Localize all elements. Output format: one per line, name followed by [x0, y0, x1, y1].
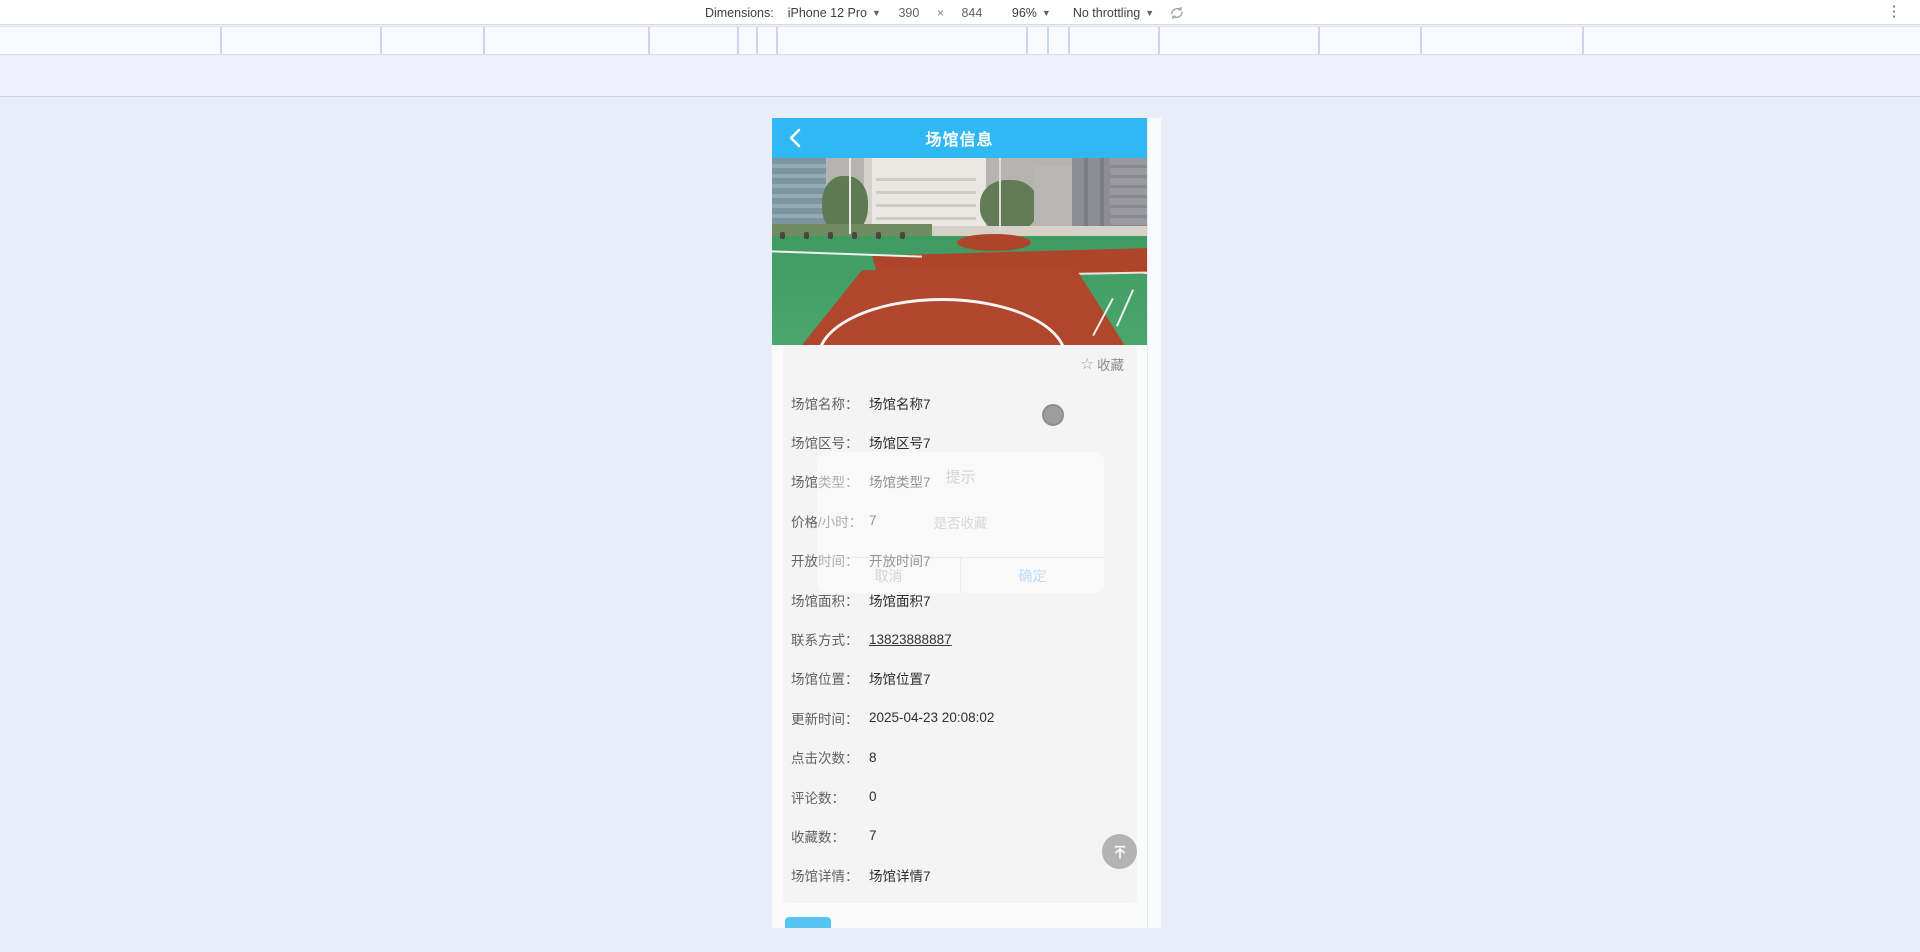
media-query-divider: [648, 27, 650, 54]
photo-bollard: [780, 232, 785, 239]
field-value: 0: [869, 789, 877, 805]
field-row: 联系方式： 13823888887: [783, 619, 1137, 658]
field-label: 评论数：: [791, 790, 845, 806]
field-value: 8: [869, 749, 877, 765]
photo-building-windows: [876, 168, 976, 228]
media-query-divider: [1047, 27, 1049, 54]
photo-glass-building: [772, 158, 826, 230]
rotate-device-icon[interactable]: [1168, 4, 1186, 22]
phone-link[interactable]: 13823888887: [869, 632, 952, 647]
field-value: 7: [869, 828, 877, 844]
photo-bollard: [852, 232, 857, 239]
device-name: iPhone 12 Pro: [787, 5, 867, 20]
field-row: 场馆详情： 场馆详情7: [783, 856, 1137, 895]
photo-center-circle: [957, 234, 1031, 251]
field-row: 更新时间： 2025-04-23 20:08:02: [783, 698, 1137, 737]
field-row: 收藏数： 7: [783, 816, 1137, 855]
media-query-divider: [1068, 27, 1070, 54]
field-value: 场馆区号7: [869, 436, 931, 452]
venue-info-card: ☆ 收藏 场馆名称： 场馆名称7 场馆区号： 场馆区号7 场馆类型： 场馆类型7…: [783, 345, 1137, 903]
app-header: 场馆信息: [772, 118, 1147, 158]
field-value: 2025-04-23 20:08:02: [869, 710, 995, 726]
bottom-action-button[interactable]: [785, 917, 831, 928]
field-row: 点击次数： 8: [783, 738, 1137, 777]
divider-line: [0, 96, 1920, 97]
field-row: 场馆名称： 场馆名称7: [783, 383, 1137, 422]
kebab-menu-icon[interactable]: ⋮: [1884, 2, 1904, 22]
field-label: 场馆名称：: [791, 396, 859, 412]
star-outline-icon: ☆: [1080, 356, 1094, 373]
cancel-button[interactable]: 取消: [817, 558, 961, 593]
photo-light-pole: [849, 158, 851, 234]
media-query-divider: [1582, 27, 1584, 54]
media-query-divider: [1026, 27, 1028, 54]
media-query-bar: [0, 26, 1920, 55]
field-label: 点击次数：: [791, 751, 859, 767]
media-query-divider: [1318, 27, 1320, 54]
media-query-divider: [380, 27, 382, 54]
photo-tree: [980, 180, 1038, 232]
back-to-top-button[interactable]: [1102, 834, 1137, 869]
media-query-divider: [483, 27, 485, 54]
field-label: 更新时间：: [791, 711, 859, 727]
arrow-to-top-icon: [1114, 845, 1125, 859]
chevron-down-icon: ▼: [1041, 7, 1051, 18]
photo-highrise: [1110, 158, 1147, 236]
zoom-selector[interactable]: 96% ▼: [1012, 6, 1051, 20]
confirm-button[interactable]: 确定: [961, 558, 1104, 593]
viewport-height-input[interactable]: 844: [958, 6, 986, 20]
media-query-divider: [756, 27, 758, 54]
photo-bollard: [828, 232, 833, 239]
favorite-button[interactable]: ☆ 收藏: [1081, 354, 1124, 374]
throttling-selector[interactable]: No throttling ▼: [1073, 6, 1154, 20]
confirm-dialog: 提示 是否收藏 取消 确定: [817, 452, 1104, 593]
device-viewport: 场馆信息 ☆ 收藏 场馆名称： 场馆名称7 场馆区号： 场馆区号7 场馆类型： …: [772, 118, 1147, 928]
back-button[interactable]: [784, 127, 806, 149]
photo-bollard: [876, 232, 881, 239]
viewport-width-input[interactable]: 390: [895, 6, 923, 20]
devtools-background-band: [0, 56, 1920, 96]
chevron-down-icon: ▼: [871, 7, 881, 18]
field-label: 场馆区号：: [791, 436, 859, 452]
field-label: 收藏数：: [791, 829, 845, 845]
device-selector[interactable]: iPhone 12 Pro ▼: [788, 6, 881, 20]
media-query-divider: [776, 27, 778, 54]
page-title: 场馆信息: [925, 132, 994, 149]
zoom-value: 96%: [1011, 5, 1037, 20]
dimensions-label: Dimensions:: [704, 5, 774, 20]
field-value: 场馆位置7: [869, 672, 931, 688]
touch-cursor: [1042, 404, 1064, 426]
photo-bollard: [900, 232, 905, 239]
dimension-multiply-sign: ×: [936, 5, 944, 20]
favorite-label: 收藏: [1097, 358, 1124, 373]
dialog-message: 是否收藏: [933, 516, 988, 531]
viewport-scrollbar[interactable]: [1147, 118, 1161, 928]
field-row: 场馆位置： 场馆位置7: [783, 659, 1137, 698]
devtools-device-toolbar: Dimensions: iPhone 12 Pro ▼ 390 × 844 96…: [0, 0, 1920, 25]
throttling-value: No throttling: [1072, 5, 1141, 20]
dialog-buttons: 取消 确定: [817, 557, 1104, 593]
media-query-divider: [737, 27, 739, 54]
media-query-divider: [1420, 27, 1422, 54]
venue-photo: [772, 158, 1147, 345]
field-label: 联系方式：: [791, 633, 859, 649]
chevron-down-icon: ▼: [1145, 7, 1155, 18]
field-value: 场馆详情7: [869, 869, 931, 885]
field-label: 场馆详情：: [791, 869, 859, 885]
dialog-title: 提示: [945, 469, 976, 486]
chevron-left-icon: [789, 128, 801, 148]
field-row: 评论数： 0: [783, 777, 1137, 816]
field-value: 场馆名称7: [869, 396, 931, 412]
field-label: 场馆位置：: [791, 672, 859, 688]
media-query-divider: [1158, 27, 1160, 54]
photo-bollard: [804, 232, 809, 239]
photo-light-pole: [999, 158, 1001, 230]
media-query-divider: [220, 27, 222, 54]
